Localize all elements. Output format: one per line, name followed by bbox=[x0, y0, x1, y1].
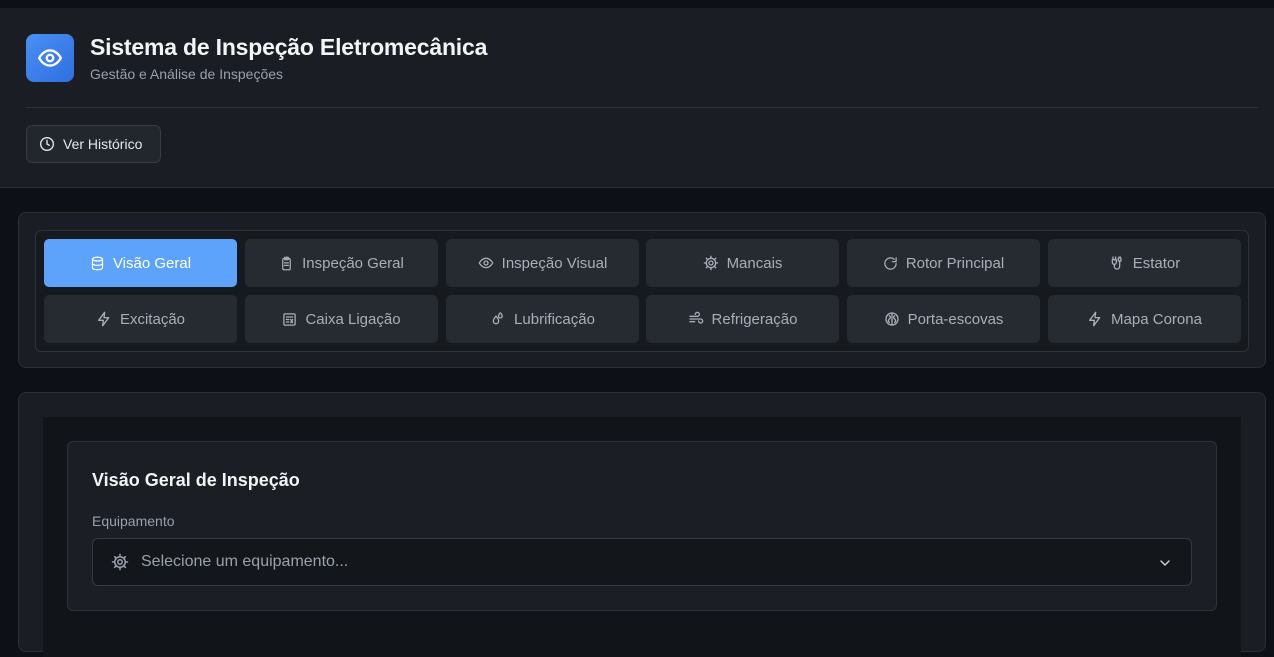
database-icon bbox=[91, 256, 104, 270]
top-strip bbox=[0, 0, 1274, 8]
rotate-icon bbox=[884, 256, 897, 270]
tab-excitacao[interactable]: Excitação bbox=[44, 295, 237, 343]
tabs-card: Visão Geral Inspeção Geral Inspeção Visu… bbox=[18, 212, 1266, 368]
chevron-down-icon bbox=[1160, 560, 1170, 566]
box-icon bbox=[283, 312, 297, 326]
app-logo bbox=[26, 34, 74, 82]
tab-caixa-ligacao[interactable]: Caixa Ligação bbox=[245, 295, 438, 343]
eye-icon bbox=[478, 257, 494, 269]
tab-porta-escovas[interactable]: Porta-escovas bbox=[847, 295, 1040, 343]
droplets-icon bbox=[492, 312, 503, 325]
tab-label: Estator bbox=[1132, 254, 1181, 272]
tab-label: Rotor Principal bbox=[905, 254, 1005, 272]
zap-icon bbox=[1089, 311, 1101, 327]
tab-label: Inspeção Geral bbox=[302, 254, 404, 272]
wind-icon bbox=[688, 311, 703, 324]
brain-icon bbox=[884, 312, 899, 326]
equipment-select-placeholder: Selecione um equipamento... bbox=[141, 553, 349, 570]
app-header: Sistema de Inspeção Eletromecânica Gestã… bbox=[0, 8, 1274, 188]
overview-form: Visão Geral de Inspeção Equipamento Sele… bbox=[67, 441, 1217, 611]
tab-rotor-principal[interactable]: Rotor Principal bbox=[847, 239, 1040, 287]
tab-mapa-corona[interactable]: Mapa Corona bbox=[1048, 295, 1241, 343]
gear-icon bbox=[111, 553, 129, 571]
tab-label: Excitação bbox=[119, 310, 186, 328]
tab-refrigeracao[interactable]: Refrigeração bbox=[646, 295, 839, 343]
tab-label: Caixa Ligação bbox=[305, 310, 401, 328]
gear-icon bbox=[703, 255, 718, 271]
tab-label: Inspeção Visual bbox=[501, 254, 608, 272]
tab-lubrificacao[interactable]: Lubrificação bbox=[446, 295, 639, 343]
tab-estator[interactable]: Estator bbox=[1048, 239, 1241, 287]
equipment-label: Equipamento bbox=[92, 513, 175, 529]
clipboard-icon bbox=[282, 256, 291, 270]
tab-inspecao-visual[interactable]: Inspeção Visual bbox=[446, 239, 639, 287]
tab-label: Lubrificação bbox=[514, 310, 595, 328]
tab-list: Visão Geral Inspeção Geral Inspeção Visu… bbox=[35, 230, 1249, 352]
app-subtitle: Gestão e Análise de Inspeções bbox=[90, 66, 284, 82]
tab-label: Mapa Corona bbox=[1111, 310, 1202, 328]
tab-visao-geral[interactable]: Visão Geral bbox=[44, 239, 237, 287]
zap-icon bbox=[97, 311, 110, 327]
view-history-label: Ver Histórico bbox=[63, 136, 143, 152]
header-divider bbox=[26, 107, 1258, 108]
app-title: Sistema de Inspeção Eletromecânica bbox=[90, 34, 488, 60]
clock-icon bbox=[40, 137, 54, 151]
tab-label: Mancais bbox=[726, 254, 783, 272]
cable-icon bbox=[1111, 256, 1122, 270]
equipment-select[interactable]: Selecione um equipamento... bbox=[92, 538, 1192, 586]
tab-mancais[interactable]: Mancais bbox=[646, 239, 839, 287]
content-card: Visão Geral de Inspeção Equipamento Sele… bbox=[18, 392, 1266, 657]
eye-icon bbox=[37, 49, 63, 67]
content-panel: Visão Geral de Inspeção Equipamento Sele… bbox=[43, 417, 1241, 657]
tab-inspecao-geral[interactable]: Inspeção Geral bbox=[245, 239, 438, 287]
tab-label: Refrigeração bbox=[711, 310, 798, 328]
view-history-button[interactable]: Ver Histórico bbox=[26, 125, 161, 163]
overview-title: Visão Geral de Inspeção bbox=[92, 470, 300, 490]
tab-label: Visão Geral bbox=[112, 254, 192, 272]
tab-label: Porta-escovas bbox=[907, 310, 1004, 328]
